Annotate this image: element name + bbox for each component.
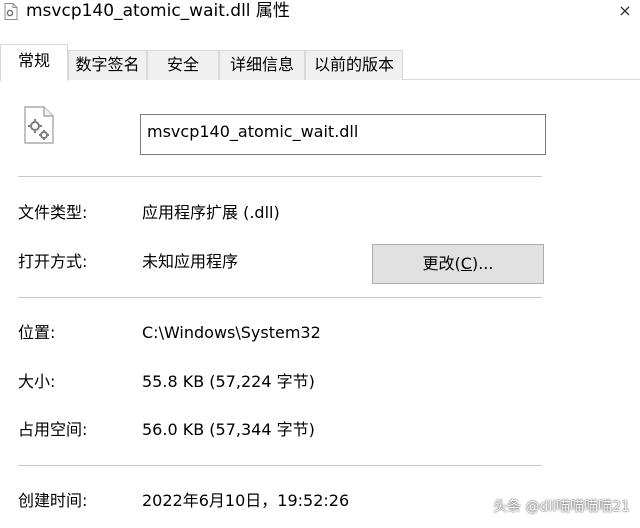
tab-digital-signatures[interactable]: 数字签名 xyxy=(68,50,147,80)
window-title: msvcp140_atomic_wait.dll 属性 xyxy=(26,1,290,21)
separator xyxy=(18,465,542,466)
separator xyxy=(18,176,542,177)
open-with-value: 未知应用程序 xyxy=(142,252,239,271)
location-value: C:\Windows\System32 xyxy=(142,323,321,342)
close-button[interactable]: × xyxy=(610,0,640,24)
change-button-label: 更改( xyxy=(422,254,461,273)
watermark: 头条 @dll喵喵喵喵21 xyxy=(493,499,630,515)
file-name-input[interactable]: msvcp140_atomic_wait.dll xyxy=(140,114,546,155)
tab-general[interactable]: 常规 xyxy=(0,44,68,81)
change-button-accel: C xyxy=(460,254,472,273)
location-label: 位置: xyxy=(18,323,56,342)
separator xyxy=(18,297,542,298)
change-button[interactable]: 更改(C)... xyxy=(372,244,544,284)
size-on-disk-label: 占用空间: xyxy=(18,420,88,439)
file-type-value: 应用程序扩展 (.dll) xyxy=(142,203,280,222)
dll-file-icon xyxy=(24,106,54,144)
tab-bar: 常规 数字签名 安全 详细信息 以前的版本 xyxy=(0,44,640,81)
tab-previous-versions[interactable]: 以前的版本 xyxy=(305,50,403,80)
title-bar: msvcp140_atomic_wait.dll 属性 × xyxy=(0,0,640,24)
size-on-disk-value: 56.0 KB (57,344 字节) xyxy=(142,420,315,439)
gear-file-icon xyxy=(4,3,18,20)
created-label: 创建时间: xyxy=(18,491,88,510)
size-label: 大小: xyxy=(18,372,56,391)
change-button-suffix: )... xyxy=(471,254,494,273)
file-type-label: 文件类型: xyxy=(18,203,88,222)
size-value: 55.8 KB (57,224 字节) xyxy=(142,372,315,391)
open-with-label: 打开方式: xyxy=(18,252,88,271)
created-value: 2022年6月10日，19:52:26 xyxy=(142,491,350,510)
tab-details[interactable]: 详细信息 xyxy=(219,50,305,80)
general-panel: msvcp140_atomic_wait.dll 文件类型: 应用程序扩展 (.… xyxy=(0,80,640,528)
tab-security[interactable]: 安全 xyxy=(147,50,219,80)
